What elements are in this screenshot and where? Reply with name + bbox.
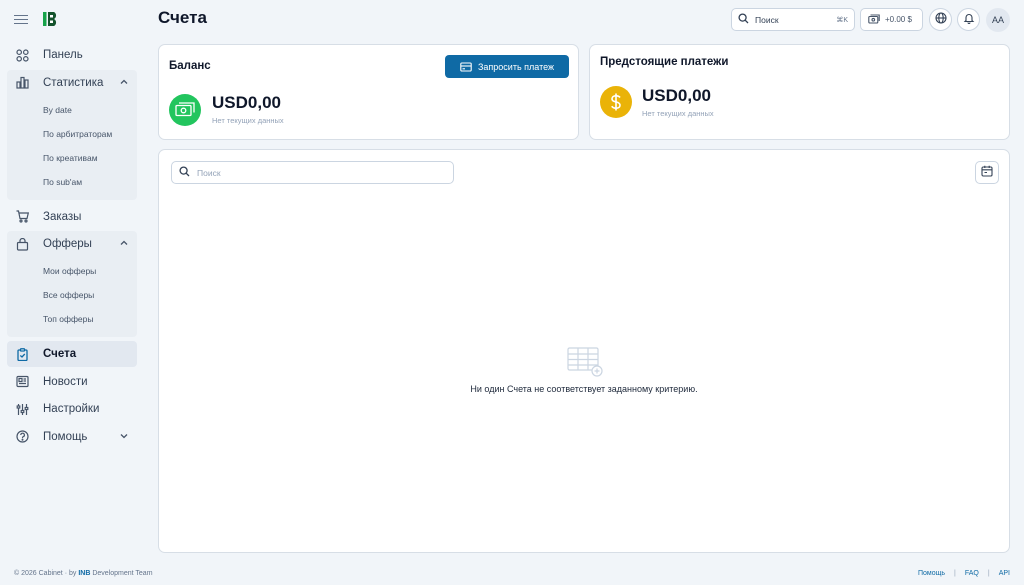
language-button[interactable] <box>929 8 952 31</box>
request-payment-button[interactable]: Запросить платеж <box>445 55 569 78</box>
copyright-brand[interactable]: INB <box>78 570 90 577</box>
chevron-up-icon[interactable] <box>119 238 129 248</box>
sidebar-subitem-by-creatives[interactable]: По креативам <box>7 146 137 170</box>
search-icon <box>179 164 190 182</box>
cash-icon <box>169 94 201 126</box>
footer: © 2026 Cabinet · by INB Development Team… <box>0 563 1024 585</box>
clipboard-check-icon <box>15 347 29 361</box>
request-payment-label: Запросить платеж <box>477 61 555 72</box>
sliders-icon <box>15 402 29 416</box>
user-avatar[interactable]: AA <box>986 8 1010 32</box>
bar-chart-icon <box>15 76 29 90</box>
sidebar-item-label: Заказы <box>43 210 82 223</box>
sidebar-subitem-top-offers[interactable]: Топ офферы <box>7 307 137 331</box>
keyboard-shortcut: ⌘K <box>836 16 848 24</box>
page-title: Счета <box>158 8 207 27</box>
footer-separator: | <box>987 570 990 577</box>
upcoming-amount: USD0,00 <box>642 86 711 105</box>
notifications-button[interactable] <box>957 8 980 31</box>
sidebar-item-label: Статистика <box>43 76 104 89</box>
sidebar-item-label: Счета <box>43 348 77 360</box>
footer-link-faq[interactable]: FAQ <box>965 570 979 577</box>
sidebar-item-offers[interactable]: Офферы <box>7 231 137 257</box>
global-search-label: Поиск <box>755 14 779 25</box>
credit-card-icon <box>460 61 472 72</box>
sidebar-subitem-all-offers[interactable]: Все офферы <box>7 283 137 307</box>
footer-link-help[interactable]: Помощь <box>918 570 945 577</box>
chevron-down-icon[interactable] <box>119 431 129 441</box>
footer-link-api[interactable]: API <box>999 570 1010 577</box>
footer-separator: | <box>954 570 956 577</box>
sidebar-item-label: Новости <box>43 375 88 388</box>
sidebar-item-label: Панель <box>43 49 83 61</box>
bell-icon <box>963 11 975 29</box>
balance-note: Нет текущих данных <box>212 116 284 125</box>
table-search-input[interactable] <box>197 167 437 178</box>
newspaper-icon <box>15 375 29 389</box>
offers-submenu: Мои офферы Все офферы Топ офферы <box>7 257 137 337</box>
upcoming-payments-card: Предстоящие платежи USD0,00 Нет текущих … <box>589 44 1010 140</box>
balance-card: Баланс Запросить платеж USD0,00 Нет теку… <box>158 44 579 140</box>
empty-state: Ни один Счета не соответствует заданному… <box>159 346 1009 394</box>
sidebar-item-help[interactable]: Помощь <box>7 424 137 450</box>
balance-chip[interactable]: +0.00 $ <box>860 8 923 31</box>
statistics-submenu: By date По арбитраторам По креативам По … <box>7 96 137 200</box>
sidebar-group-statistics: Статистика By date По арбитраторам По кр… <box>7 69 137 200</box>
sidebar: Панель Статистика By date По арбитратора… <box>0 0 145 560</box>
copyright-suffix: Development Team <box>92 570 153 577</box>
calendar-icon <box>981 164 993 182</box>
date-filter-button[interactable] <box>975 161 999 184</box>
question-circle-icon <box>15 430 29 444</box>
sidebar-subitem-by-subs[interactable]: По sub'ам <box>7 170 137 194</box>
sidebar-item-settings[interactable]: Настройки <box>7 396 137 422</box>
upcoming-note: Нет текущих данных <box>642 109 714 118</box>
footer-links: Помощь | FAQ | API <box>918 570 1010 577</box>
balance-chip-value: +0.00 $ <box>885 15 912 24</box>
sidebar-item-dashboard[interactable]: Панель <box>7 42 137 68</box>
sidebar-group-offers: Офферы Мои офферы Все офферы Топ офферы <box>7 231 137 337</box>
sidebar-nav: Панель Статистика By date По арбитратора… <box>7 42 137 451</box>
sidebar-item-news[interactable]: Новости <box>7 369 137 395</box>
sidebar-subitem-by-arbitrators[interactable]: По арбитраторам <box>7 122 137 146</box>
sidebar-item-label: Помощь <box>43 430 88 443</box>
dollar-icon <box>600 86 632 118</box>
table-search[interactable] <box>171 161 454 184</box>
sidebar-item-orders[interactable]: Заказы <box>7 204 137 230</box>
balance-card-title: Баланс <box>169 60 211 72</box>
sidebar-item-statistics[interactable]: Статистика <box>7 70 137 96</box>
sidebar-subitem-by-date[interactable]: By date <box>7 98 137 122</box>
brand-logo[interactable] <box>42 10 60 28</box>
sidebar-item-label: Настройки <box>43 403 100 415</box>
globe-icon <box>934 11 947 29</box>
grid-icon <box>15 48 29 62</box>
cash-icon <box>868 11 880 29</box>
copyright: © 2026 Cabinet · by INB Development Team <box>14 570 153 577</box>
shopping-bag-icon <box>15 237 29 251</box>
cart-icon <box>15 210 29 224</box>
menu-toggle-icon[interactable] <box>14 12 28 26</box>
table-add-icon <box>564 346 604 378</box>
sidebar-item-invoices[interactable]: Счета <box>7 341 137 367</box>
upcoming-card-title: Предстоящие платежи <box>600 56 729 68</box>
sidebar-item-label: Офферы <box>43 238 92 250</box>
balance-amount: USD0,00 <box>212 93 281 112</box>
chevron-up-icon[interactable] <box>119 77 129 87</box>
empty-state-message: Ни один Счета не соответствует заданному… <box>470 384 698 394</box>
sidebar-subitem-my-offers[interactable]: Мои офферы <box>7 259 137 283</box>
invoices-table-card: Ни один Счета не соответствует заданному… <box>158 149 1010 553</box>
global-search-button[interactable]: Поиск ⌘K <box>731 8 855 31</box>
copyright-prefix: © 2026 Cabinet · by <box>14 570 77 577</box>
search-icon <box>738 11 749 29</box>
